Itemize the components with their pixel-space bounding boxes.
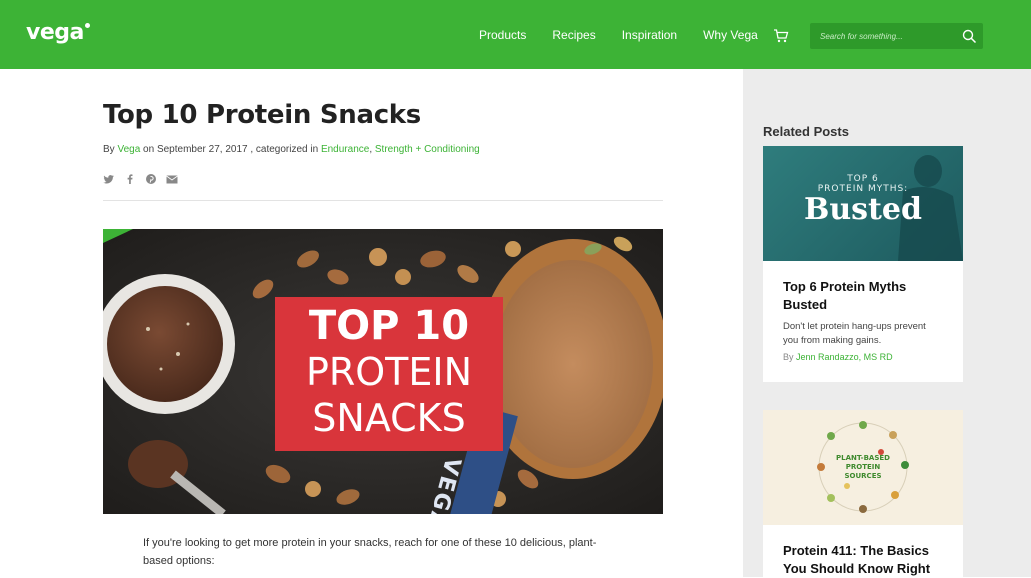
thumb-line-3: Busted: [804, 192, 922, 227]
search-icon[interactable]: [962, 29, 977, 44]
hero-image: TOP 10 PROTEIN SNACKS VEGA: [103, 229, 663, 514]
related-post-card[interactable]: TOP 6 PROTEIN MYTHS: Busted Top 6 Protei…: [763, 146, 963, 382]
hero-line-2: PROTEIN: [305, 350, 473, 394]
article-intro: If you're looking to get more protein in…: [143, 537, 597, 567]
search-input[interactable]: [810, 23, 955, 49]
related-post-thumbnail[interactable]: PLANT-BASED PROTEIN SOURCES: [763, 410, 963, 525]
header-divider: [103, 200, 663, 201]
hero-title-box: TOP 10 PROTEIN SNACKS: [275, 297, 503, 451]
nav-inspiration[interactable]: Inspiration: [622, 28, 677, 42]
category-separator: ,: [369, 144, 373, 155]
related-post-title[interactable]: Protein 411: The Basics You Should Know …: [763, 542, 963, 578]
date-text: on September 27, 2017 , categorized in: [143, 144, 319, 155]
hero-line-3: SNACKS: [312, 396, 466, 440]
article-header: Top 10 Protein Snacks By Vega on Septemb…: [103, 100, 663, 201]
email-icon[interactable]: [166, 173, 178, 185]
related-post-byline: By Jenn Randazzo, MS RD: [763, 352, 963, 362]
vega-logo[interactable]: vega: [26, 20, 90, 45]
twitter-icon[interactable]: [103, 173, 115, 185]
article-title: Top 10 Protein Snacks: [103, 100, 421, 130]
related-post-card[interactable]: PLANT-BASED PROTEIN SOURCES Protein 411:…: [763, 410, 963, 577]
category-strength[interactable]: Strength + Conditioning: [375, 144, 480, 155]
nav-recipes[interactable]: Recipes: [552, 28, 595, 42]
related-post-title[interactable]: Top 6 Protein Myths Busted: [763, 278, 963, 314]
pinterest-icon[interactable]: [145, 173, 157, 185]
related-post-thumbnail[interactable]: TOP 6 PROTEIN MYTHS: Busted: [763, 146, 963, 261]
related-posts-heading: Related Posts: [763, 124, 849, 139]
thumb-line-3: SOURCES: [844, 472, 882, 480]
top-nav-bar: vega Products Recipes Inspiration Why Ve…: [0, 0, 1031, 69]
hero-line-1: TOP 10: [308, 303, 470, 349]
related-post-author[interactable]: Jenn Randazzo, MS RD: [796, 352, 893, 362]
search-box: [810, 23, 983, 49]
cart-icon[interactable]: [773, 28, 789, 44]
category-endurance[interactable]: Endurance: [321, 144, 369, 155]
share-icons: [103, 173, 663, 187]
related-post-excerpt: Don't let protein hang-ups prevent you f…: [783, 321, 926, 346]
nav-why-vega[interactable]: Why Vega: [703, 28, 758, 42]
facebook-icon[interactable]: [124, 173, 136, 185]
thumb-line-2: PROTEIN: [845, 463, 881, 471]
thumb-line-1: PLANT-BASED: [836, 454, 890, 462]
thumb-line-1: TOP 6: [847, 174, 879, 184]
by-label: By: [103, 144, 115, 155]
by-label: By: [783, 352, 794, 362]
author-link[interactable]: Vega: [117, 144, 140, 155]
nav-products[interactable]: Products: [479, 28, 526, 42]
article-meta: By Vega on September 27, 2017 , categori…: [103, 144, 663, 155]
main-nav: Products Recipes Inspiration Why Vega: [479, 28, 784, 42]
